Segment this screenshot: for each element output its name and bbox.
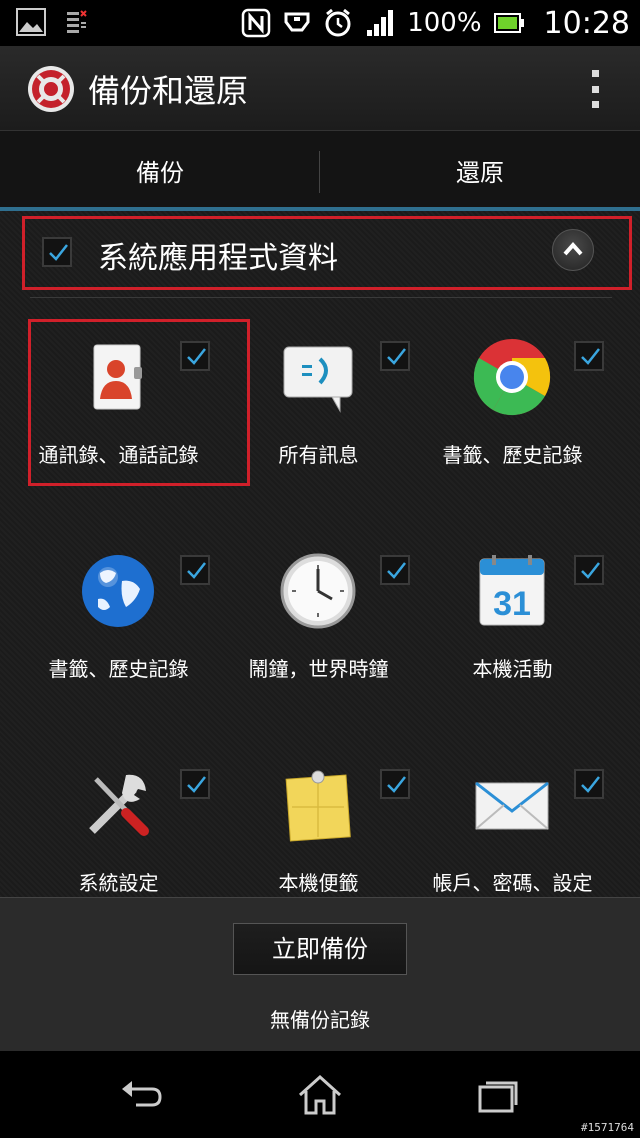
- browser-globe-icon: [82, 555, 154, 627]
- recent-apps-icon[interactable]: [474, 1075, 522, 1115]
- calendar-day: 31: [493, 585, 531, 623]
- contacts-icon: [93, 344, 142, 410]
- notes-icon: [285, 770, 351, 842]
- backup-item-settings[interactable]: 系統設定: [12, 751, 225, 897]
- tab-restore[interactable]: 還原: [320, 131, 640, 211]
- email-icon: [475, 781, 549, 830]
- backup-item-messages[interactable]: 所有訊息: [212, 323, 425, 523]
- item-label: 本機便籤: [278, 871, 359, 895]
- item-label: 書籤、歷史記錄: [442, 443, 583, 467]
- backup-item-clock[interactable]: 鬧鐘，世界時鐘: [212, 537, 425, 737]
- gallery-icon: [16, 8, 46, 36]
- item-checkbox[interactable]: [180, 555, 210, 585]
- item-label: 通訊錄、通話記錄: [38, 443, 199, 467]
- usb-icon: [284, 12, 310, 32]
- item-label: 本機活動: [472, 657, 553, 681]
- app-title: 備份和還原: [88, 72, 249, 110]
- chevron-up-icon[interactable]: [552, 229, 594, 271]
- backup-item-accounts[interactable]: 帳戶、密碼、設定: [406, 751, 619, 897]
- battery-icon: [493, 13, 524, 33]
- messaging-icon: [283, 346, 353, 413]
- signal-icon: [367, 10, 394, 36]
- item-checkbox[interactable]: [574, 555, 604, 585]
- item-checkbox[interactable]: [180, 341, 210, 371]
- item-label: 書籤、歷史記錄: [48, 657, 189, 681]
- alarm-icon: [325, 8, 351, 37]
- tab-bar: 備份 還原: [0, 131, 640, 211]
- action-bar: 備份和還原: [0, 46, 640, 131]
- item-label: 帳戶、密碼、設定: [432, 871, 593, 895]
- backup-status-text: 無備份記錄: [270, 1008, 370, 1032]
- backup-content[interactable]: 系統應用程式資料 通訊錄、通話記錄 所有訊息 書籤、歷史記錄 書籤、歷史記錄 鬧…: [0, 211, 640, 897]
- item-checkbox[interactable]: [574, 341, 604, 371]
- overflow-menu-icon[interactable]: [592, 70, 602, 108]
- calendar-notification-icon: [67, 10, 87, 33]
- chrome-icon: [473, 339, 551, 416]
- clock-time: 10:28: [543, 5, 630, 41]
- section-title: 系統應用程式資料: [98, 241, 338, 276]
- back-icon[interactable]: [118, 1075, 166, 1115]
- calendar-icon: 31: [479, 555, 545, 626]
- navigation-bar: #1571764: [0, 1051, 640, 1138]
- item-checkbox[interactable]: [180, 769, 210, 799]
- settings-tools-icon: [89, 774, 149, 836]
- item-label: 鬧鐘，世界時鐘: [248, 657, 389, 681]
- watermark: #1571764: [581, 1121, 634, 1134]
- battery-percent: 100%: [407, 8, 482, 38]
- item-label: 所有訊息: [278, 443, 359, 467]
- backup-now-button[interactable]: 立即備份: [233, 923, 407, 975]
- nfc-icon: [241, 8, 271, 38]
- section-checkbox[interactable]: [42, 237, 72, 267]
- section-divider: [30, 297, 612, 298]
- tab-backup[interactable]: 備份: [0, 131, 320, 211]
- backup-restore-app-icon[interactable]: [26, 64, 76, 114]
- item-checkbox[interactable]: [574, 769, 604, 799]
- item-label: 系統設定: [78, 871, 159, 895]
- status-bar: 100% 10:28: [0, 0, 640, 46]
- backup-item-browser-bookmarks[interactable]: 書籤、歷史記錄: [12, 537, 225, 737]
- section-header[interactable]: 系統應用程式資料: [28, 219, 630, 285]
- home-icon[interactable]: [296, 1075, 344, 1115]
- backup-item-calendar[interactable]: 31 本機活動: [406, 537, 619, 737]
- clock-icon: [280, 553, 356, 629]
- bottom-panel: 立即備份 無備份記錄: [0, 897, 640, 1052]
- backup-item-notes[interactable]: 本機便籤: [212, 751, 425, 897]
- backup-item-contacts[interactable]: 通訊錄、通話記錄: [12, 323, 225, 523]
- backup-item-chrome-bookmarks[interactable]: 書籤、歷史記錄: [406, 323, 619, 523]
